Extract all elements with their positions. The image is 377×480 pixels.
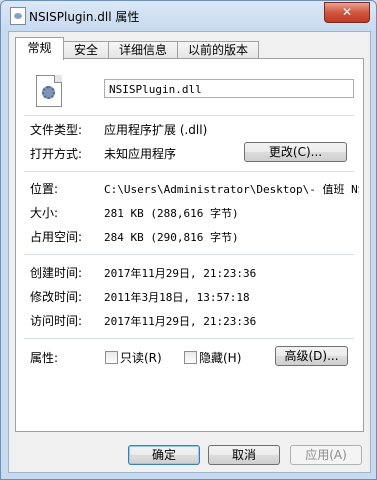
ok-button[interactable]: 确定	[128, 445, 200, 465]
accessed-value: 2017年11月29日, 21:23:36	[104, 315, 257, 328]
accessed-label: 访问时间:	[30, 314, 83, 328]
general-tab-panel: NSISPlugin.dll 文件类型: 应用程序扩展 (.dll) 打开方式:…	[15, 58, 364, 432]
location-label: 位置:	[30, 182, 59, 196]
advanced-button[interactable]: 高级(D)...	[275, 346, 348, 366]
dialog-client: 常规 安全 详细信息 以前的版本 NSISPlugin.dll 文件类型: 应用…	[8, 31, 371, 473]
tab-details[interactable]: 详细信息	[108, 41, 178, 59]
gear-icon	[42, 86, 55, 99]
created-value: 2017年11月29日, 21:23:36	[104, 267, 257, 280]
dialog-footer: 确定 取消 应用(A)	[9, 430, 370, 472]
properties-window: NSISPlugin.dll 属性 ✕ 常规 安全 详细信息 以前的版本 NSI…	[0, 0, 377, 480]
dll-file-icon	[10, 7, 26, 25]
created-label: 创建时间:	[30, 266, 83, 280]
location-value: C:\Users\Administrator\Desktop\- 值班 NS	[104, 183, 359, 196]
cancel-button[interactable]: 取消	[208, 445, 280, 465]
readonly-checkbox-label[interactable]: 只读(R)	[120, 349, 162, 366]
tab-previous-versions[interactable]: 以前的版本	[177, 41, 259, 59]
size-value: 281 KB (288,616 字节)	[104, 207, 239, 220]
size-on-disk-value: 284 KB (290,816 字节)	[104, 231, 239, 244]
file-type-label: 文件类型:	[30, 123, 83, 137]
separator	[24, 338, 354, 339]
size-on-disk-label: 占用空间:	[30, 230, 83, 244]
close-button[interactable]: ✕	[324, 2, 370, 23]
attributes-label: 属性:	[30, 351, 59, 365]
tab-security[interactable]: 安全	[63, 41, 109, 59]
separator	[24, 171, 354, 172]
hidden-checkbox[interactable]	[184, 351, 197, 364]
separator	[24, 115, 354, 116]
file-type-value: 应用程序扩展 (.dll)	[104, 123, 208, 137]
apply-button[interactable]: 应用(A)	[290, 445, 362, 465]
readonly-checkbox[interactable]	[105, 351, 118, 364]
modified-label: 修改时间:	[30, 290, 83, 304]
tab-general[interactable]: 常规	[15, 37, 64, 60]
change-button[interactable]: 更改(C)...	[244, 142, 347, 162]
opens-with-label: 打开方式:	[30, 147, 83, 161]
filename-field[interactable]: NSISPlugin.dll	[104, 79, 354, 98]
modified-value: 2011年3月18日, 13:57:18	[104, 291, 250, 304]
separator	[24, 254, 354, 255]
title-bar[interactable]: NSISPlugin.dll 属性 ✕	[1, 1, 376, 31]
dll-settings-icon	[36, 75, 62, 107]
opens-with-value: 未知应用程序	[104, 147, 177, 161]
hidden-checkbox-label[interactable]: 隐藏(H)	[199, 349, 241, 366]
size-label: 大小:	[30, 206, 59, 220]
window-title: NSISPlugin.dll 属性	[29, 10, 140, 24]
